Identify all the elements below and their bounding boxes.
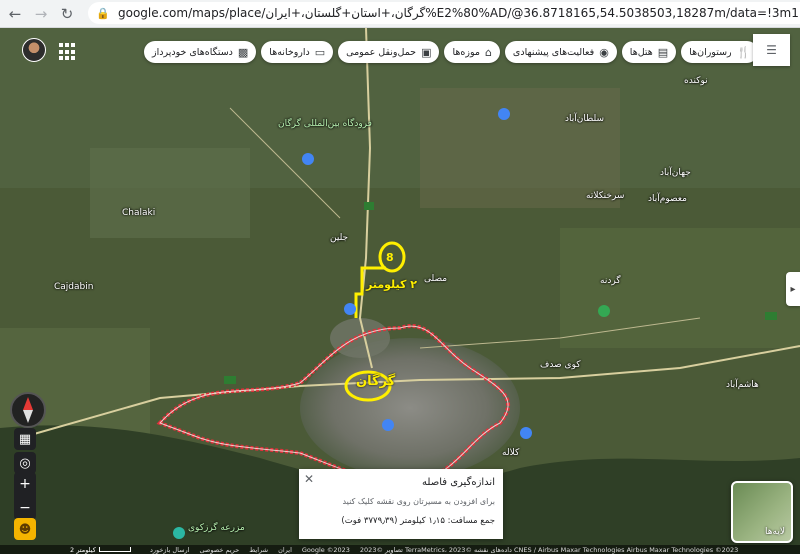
back-button[interactable]: ← [4, 3, 26, 25]
zoom-out-button[interactable]: − [19, 500, 31, 516]
museum-icon: ⌂ [484, 45, 492, 59]
camera-icon: ◉ [599, 45, 609, 59]
kordkooy-label[interactable]: کوی صدف [540, 360, 581, 370]
grid-icon: ▦ [18, 431, 32, 447]
compass-icon [23, 397, 33, 423]
zoom-in-button[interactable]: + [19, 476, 31, 492]
fork-knife-icon: 🍴 [736, 45, 751, 59]
category-chips: 🍴 رستوران‌ها ▤ هتل‌ها ◉ فعالیت‌های پیشنهادی… [144, 41, 759, 65]
jolin-label[interactable]: جلین [330, 233, 348, 243]
chevron-right-icon: ▸ [790, 283, 796, 295]
city-annotation: گرگان [356, 374, 396, 389]
airport-label[interactable]: فرودگاه بین‌المللی گرگان [278, 119, 372, 129]
chip-museums[interactable]: ⌂ موزه‌ها [444, 41, 500, 63]
url-text[interactable]: google.com/maps/place/گرگان،+استان+گلستا… [118, 6, 798, 20]
address-bar[interactable]: 🔒 google.com/maps/place/گرگان،+استان+گلس… [88, 2, 800, 24]
loveh-label[interactable]: نوکنده [684, 76, 708, 86]
footer-google: Google ©2023 [301, 545, 350, 554]
chip-pharmacies[interactable]: ▭ داروخانه‌ها [261, 41, 334, 63]
compass-control[interactable] [10, 392, 46, 428]
cajdabin-label[interactable]: Cajdabin [54, 282, 93, 292]
search-panel-toggle[interactable]: ☰ [753, 34, 790, 66]
maasoom-label[interactable]: معصوم‌آباد [648, 194, 687, 204]
tilt-button[interactable]: ▦ [14, 428, 36, 450]
bed-icon: ▤ [657, 45, 669, 59]
location-icon: ◎ [19, 455, 31, 471]
hashemabad-label[interactable]: هاشم‌آباد [726, 380, 759, 390]
measure-title: اندازه‌گیری فاصله [422, 477, 495, 488]
street-view-pegman-icon[interactable]: ☻ [14, 518, 36, 540]
measure-distance-card: ✕ اندازه‌گیری فاصله برای افزودن به مسیرت… [299, 469, 503, 539]
zoom-control: + − [14, 472, 36, 520]
close-icon[interactable]: ✕ [304, 472, 314, 486]
google-apps-icon[interactable] [57, 41, 79, 63]
footer-report[interactable]: ارسال بازخورد [150, 546, 190, 554]
kelaleh-label[interactable]: کلاله [502, 448, 519, 458]
chip-atms[interactable]: ▩ دستگاه‌های خودپرداز [144, 41, 257, 63]
sultan-label[interactable]: سلطان‌آباد [565, 114, 604, 124]
chip-restaurants[interactable]: 🍴 رستوران‌ها [681, 41, 759, 63]
mosalla-label[interactable]: مصلی [424, 274, 447, 284]
layers-label: لایه‌ها [765, 527, 785, 537]
layers-button[interactable]: لایه‌ها [731, 481, 793, 543]
distance-annotation: ۲ کیلومتر [366, 278, 417, 291]
forward-button[interactable]: → [30, 3, 52, 25]
footer-privacy[interactable]: حریم خصوصی [200, 546, 240, 554]
chip-hotels[interactable]: ▤ هتل‌ها [621, 41, 677, 63]
footer-terms[interactable]: شرایط [249, 546, 268, 554]
chalaki-label[interactable]: Chalaki [122, 208, 155, 218]
footer-attribution: تصاویر ©2023 TerraMetrics، داده‌های نقشه… [359, 545, 739, 554]
footer-country: ایران [278, 545, 292, 554]
pharmacy-icon: ▭ [314, 45, 326, 59]
jahanabad-label[interactable]: جهان‌آباد [660, 168, 691, 178]
sarkhon-label[interactable]: سرخنکلاته [586, 191, 624, 201]
lock-icon: 🔒 [96, 6, 110, 20]
measure-total-distance: جمع مسافت: ۱٫۱۵ کیلومتر (۳۷۷۹٫۳۹ فوت) [341, 516, 495, 526]
measure-hint: برای افزودن به مسیرتان روی نقشه کلیک کنی… [342, 497, 495, 506]
gardaneh-label[interactable]: گردنه [600, 276, 621, 286]
browser-toolbar: ← → ↻ 🔒 google.com/maps/place/گرگان،+است… [0, 0, 800, 28]
reload-button[interactable]: ↻ [56, 3, 78, 25]
chip-things-to-do[interactable]: ◉ فعالیت‌های پیشنهادی [504, 41, 617, 63]
atm-icon: ▩ [237, 45, 249, 59]
expand-panel-button[interactable]: ▸ [786, 272, 800, 306]
mazraeh-label[interactable]: مزرعه گرزکوی [188, 523, 245, 533]
map-scale[interactable]: 2 کیلومتر [70, 545, 131, 554]
menu-icon: ☰ [766, 43, 777, 57]
my-location-button[interactable]: ◎ [14, 452, 36, 474]
bus-icon: ▣ [421, 45, 432, 59]
svg-text:8: 8 [386, 251, 394, 264]
account-avatar[interactable] [22, 38, 46, 62]
chip-transit[interactable]: ▣ حمل‌ونقل عمومی [338, 41, 440, 63]
